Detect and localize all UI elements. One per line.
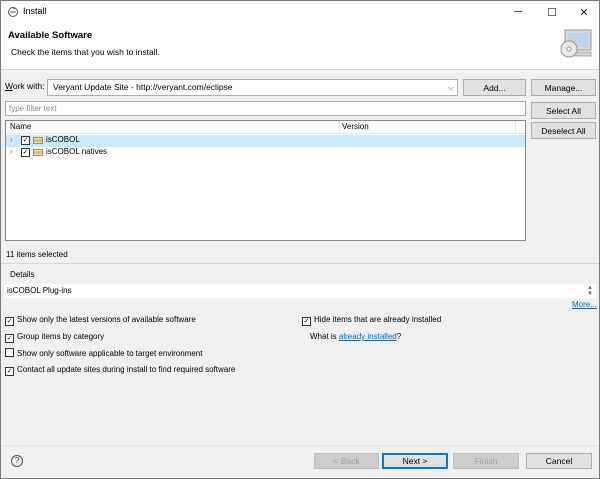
details-value: isCOBOL Plug-ins	[7, 286, 72, 295]
next-button[interactable]: Next >	[382, 453, 448, 469]
show-latest-checkbox[interactable]: ✓	[5, 317, 14, 326]
feature-group-icon	[33, 149, 43, 156]
title-bar: Install ─ ☐ ✕	[1, 1, 599, 23]
maximize-button[interactable]: ☐	[535, 1, 569, 23]
add-button[interactable]: Add...	[463, 79, 526, 96]
row-name: isCOBOL natives	[46, 147, 108, 156]
row-checkbox[interactable]: ✓	[21, 136, 30, 145]
divider	[1, 263, 599, 264]
finish-button[interactable]: Finish	[453, 453, 519, 469]
page-description: Check the items that you wish to install…	[11, 47, 160, 57]
what-is-installed-text: What is already installed?	[310, 332, 402, 341]
details-text: isCOBOL Plug-ins ▲ ▼	[5, 284, 596, 298]
install-cd-icon	[560, 29, 592, 58]
software-tree[interactable]: Name Version › ✓ isCOBOL › ✓ isCOBOL nat…	[5, 120, 526, 241]
hide-installed-checkbox[interactable]: ✓	[302, 317, 311, 326]
column-name[interactable]: Name	[10, 122, 31, 131]
tree-header: Name Version	[6, 121, 525, 134]
back-button[interactable]: < Back	[314, 453, 379, 469]
group-by-category-option[interactable]: ✓ Group items by category	[5, 332, 104, 343]
column-version[interactable]: Version	[342, 122, 369, 131]
work-with-combo[interactable]: Veryant Update Site - http://veryant.com…	[47, 79, 458, 96]
close-button[interactable]: ✕	[567, 1, 600, 23]
work-with-value: Veryant Update Site - http://veryant.com…	[53, 82, 233, 92]
window-title: Install	[23, 6, 47, 16]
already-installed-link[interactable]: already installed	[339, 332, 397, 341]
expand-icon[interactable]: ›	[10, 135, 13, 144]
details-scroll-arrows[interactable]: ▲ ▼	[587, 285, 593, 297]
row-name: isCOBOL	[46, 135, 80, 144]
applicable-only-checkbox[interactable]	[5, 348, 14, 357]
deselect-all-button[interactable]: Deselect All	[531, 122, 596, 139]
footer-divider	[1, 445, 599, 446]
help-icon[interactable]: ?	[11, 455, 23, 467]
eclipse-app-icon	[8, 7, 18, 17]
wizard-banner: Available Software Check the items that …	[1, 23, 599, 70]
group-by-category-checkbox[interactable]: ✓	[5, 334, 14, 343]
show-latest-option[interactable]: ✓ Show only the latest versions of availa…	[5, 315, 196, 326]
hide-installed-option[interactable]: ✓ Hide items that are already installed	[302, 315, 441, 326]
selection-status: 11 items selected	[6, 250, 68, 259]
work-with-label: Work with:	[5, 81, 45, 91]
expand-icon[interactable]: ›	[10, 147, 13, 156]
applicable-only-option[interactable]: Show only software applicable to target …	[5, 348, 202, 358]
filter-input[interactable]: type filter text	[5, 101, 526, 116]
tree-row[interactable]: › ✓ isCOBOL natives	[6, 147, 525, 159]
feature-group-icon	[33, 137, 43, 144]
minimize-button[interactable]: ─	[501, 1, 535, 23]
contact-all-sites-option[interactable]: ✓ Contact all update sites during install…	[5, 365, 235, 376]
row-checkbox[interactable]: ✓	[21, 148, 30, 157]
select-all-button[interactable]: Select All	[531, 102, 596, 119]
manage-button[interactable]: Manage...	[531, 79, 596, 96]
contact-all-sites-checkbox[interactable]: ✓	[5, 367, 14, 376]
chevron-down-icon[interactable]: ⌵	[448, 80, 454, 95]
more-link[interactable]: More...	[572, 300, 597, 309]
install-dialog: Install ─ ☐ ✕ Available Software Check t…	[0, 0, 600, 479]
page-title: Available Software	[8, 30, 93, 41]
details-label: Details	[10, 270, 35, 279]
tree-row[interactable]: › ✓ isCOBOL	[6, 135, 525, 147]
cancel-button[interactable]: Cancel	[526, 453, 592, 469]
